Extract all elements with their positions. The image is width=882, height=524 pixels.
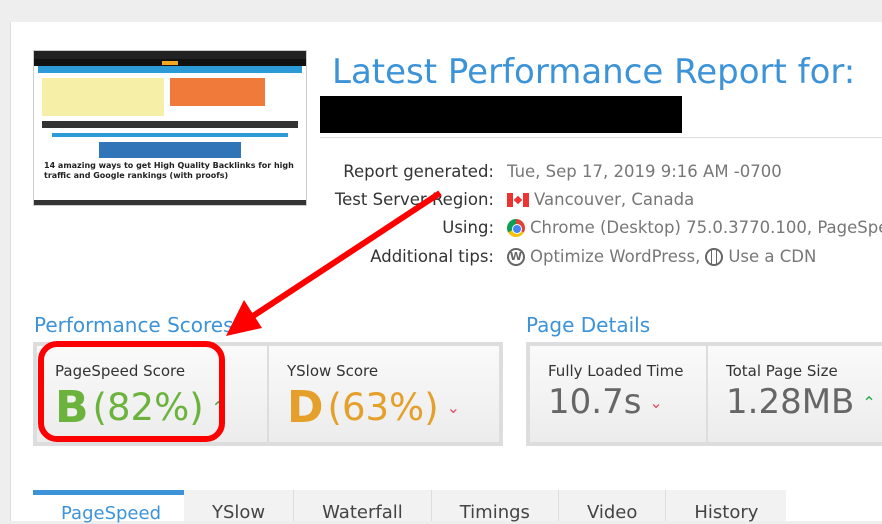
annotation-arrow-shaft	[248, 190, 442, 321]
annotation-arrow-head	[226, 300, 262, 336]
annotation-overlay	[38, 190, 442, 442]
highlight-box	[38, 341, 225, 442]
